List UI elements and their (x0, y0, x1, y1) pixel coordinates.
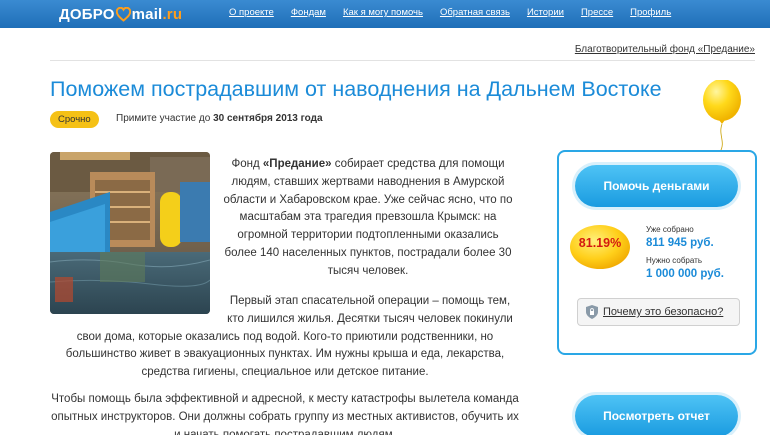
donate-money-button[interactable]: Помочь деньгами (575, 165, 738, 207)
needed-value: 1 000 000 руб. (646, 268, 724, 280)
p2-text-start: Первый этап спасательной операции – помо… (227, 295, 513, 325)
collected-label: Уже собрано (646, 225, 694, 234)
nav-how-to-help[interactable]: Как я могу помочь (343, 7, 423, 18)
fund-link[interactable]: Благотворительный фонд «Предание» (575, 44, 755, 55)
deadline-text: Примите участие до 30 сентября 2013 года (116, 113, 323, 124)
progress-percent: 81.19% (578, 236, 622, 250)
article-paragraph-3: Чтобы помощь была эффективной и адресной… (51, 393, 519, 435)
nav-press[interactable]: Прессе (581, 7, 613, 18)
logo-mail-text: mail (131, 5, 163, 23)
divider (50, 60, 755, 61)
needed-label: Нужно собрать (646, 256, 702, 265)
top-navigation-bar: ДОБРО mail .ru О проекте Фондам Как я мо… (0, 0, 770, 28)
main-nav: О проекте Фондам Как я могу помочь Обрат… (229, 7, 688, 18)
dobro-mail-logo[interactable]: ДОБРО mail .ru (59, 5, 182, 23)
nav-funds[interactable]: Фондам (291, 7, 326, 18)
p1-text-start: Фонд (231, 158, 263, 170)
why-safe-button[interactable]: Почему это безопасно? (577, 298, 740, 326)
nav-about[interactable]: О проекте (229, 7, 274, 18)
urgent-badge: Срочно (50, 111, 99, 128)
deadline-prefix: Примите участие до (116, 113, 211, 124)
logo-ru-text: .ru (162, 5, 183, 23)
nav-profile[interactable]: Профиль (630, 7, 671, 18)
article-paragraph-1: Фонд «Предание» собирает средства для по… (220, 156, 516, 281)
deadline-date: 30 сентября 2013 года (213, 113, 323, 124)
why-safe-label: Почему это безопасно? (603, 306, 724, 318)
heart-icon (115, 6, 131, 22)
page-title: Поможем пострадавшим от наводнения на Да… (50, 77, 662, 101)
fund-name-bold: «Предание» (262, 158, 332, 170)
p1-text-end: собирает средства для помощи людям, став… (223, 158, 513, 277)
nav-stories[interactable]: Истории (527, 7, 564, 18)
logo-dobro-text: ДОБРО (59, 5, 115, 23)
flood-photo (50, 152, 210, 314)
nav-feedback[interactable]: Обратная связь (440, 7, 510, 18)
shield-icon (586, 305, 598, 319)
article-paragraph-2: Первый этап спасательной операции – помо… (50, 293, 520, 382)
p2-text-end: свои дома, которые оказались под водой. … (65, 330, 505, 379)
view-report-button[interactable]: Посмотреть отчет (575, 395, 738, 435)
collected-value: 811 945 руб. (646, 237, 714, 249)
